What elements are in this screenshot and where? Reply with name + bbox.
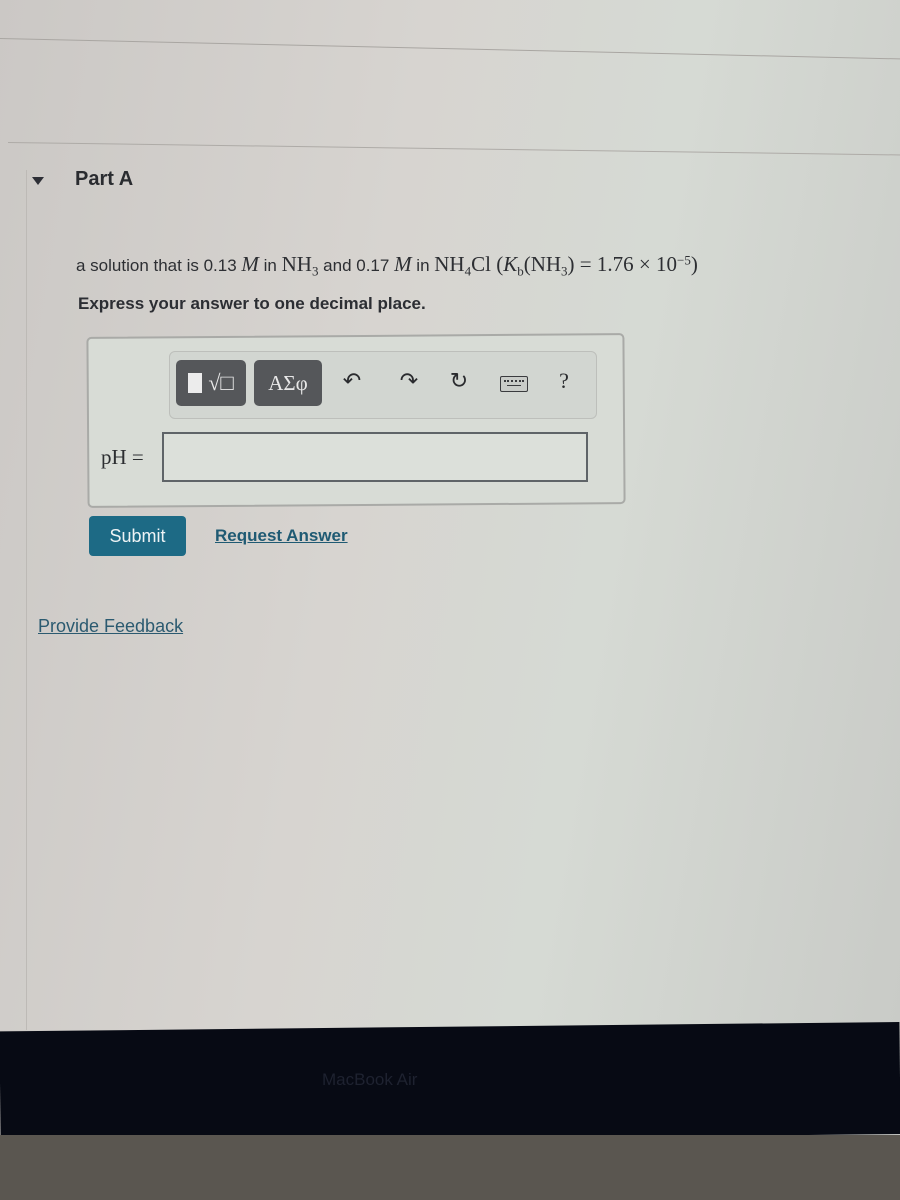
keyboard-spacebar [507,385,521,386]
species-nh3: NH [281,252,312,276]
paren: ) [690,252,698,276]
greek-symbols-button[interactable]: ΑΣφ [254,360,322,406]
divider [7,142,900,156]
help-icon[interactable]: ? [550,368,578,394]
paren: ( [490,252,504,276]
kb-exponent: −5 [676,252,691,268]
kb-symbol: K [503,252,518,276]
request-answer-link[interactable]: Request Answer [215,526,348,546]
keyboard-keys [504,380,524,384]
question-text: a solution that is 0.13 M in NH3 and 0.1… [76,252,698,279]
screen: Part A a solution that is 0.13 M in NH3 … [0,0,900,1030]
template-block-icon [188,373,203,393]
redo-icon[interactable]: ↷ [395,368,423,394]
math-toolbar: √□ ΑΣφ ↶ ↷ ↻ ? [169,351,597,419]
keyboard-icon[interactable] [500,376,528,392]
concentration-nh3: 0.13 [203,256,237,275]
molarity-unit: M [394,252,412,276]
question-in: in [258,256,282,275]
ph-label: pH = [101,445,144,469]
kb-species: (NH [523,252,562,276]
undo-icon[interactable]: ↶ [338,368,366,394]
paren: ) [567,252,575,276]
laptop-bezel [0,1022,900,1144]
instruction-text: Express your answer to one decimal place… [78,294,426,313]
provide-feedback-link[interactable]: Provide Feedback [38,616,183,637]
desk-surface [0,1135,900,1200]
bezel-logo: MacBook Air [322,1070,418,1089]
species-nh4cl: NH [434,252,465,276]
question-in: in [411,256,435,275]
templates-button[interactable]: √□ [176,360,246,406]
submit-button[interactable]: Submit [89,516,186,556]
part-title: Part A [75,168,134,190]
question-and: and [318,256,357,275]
reset-icon[interactable]: ↻ [445,368,473,394]
species-cl: Cl [471,252,491,276]
concentration-nh4cl: 0.17 [356,256,390,275]
sqrt-icon: √□ [208,370,234,395]
divider [26,170,27,1030]
kb-value: = 1.76 × 10 [574,252,677,276]
part-a-header[interactable]: Part A [32,168,133,191]
question-prefix: a solution that is [76,256,204,275]
molarity-unit: M [241,252,259,276]
ph-answer-input[interactable] [162,432,588,482]
caret-down-icon[interactable] [32,176,44,185]
divider [0,38,900,60]
